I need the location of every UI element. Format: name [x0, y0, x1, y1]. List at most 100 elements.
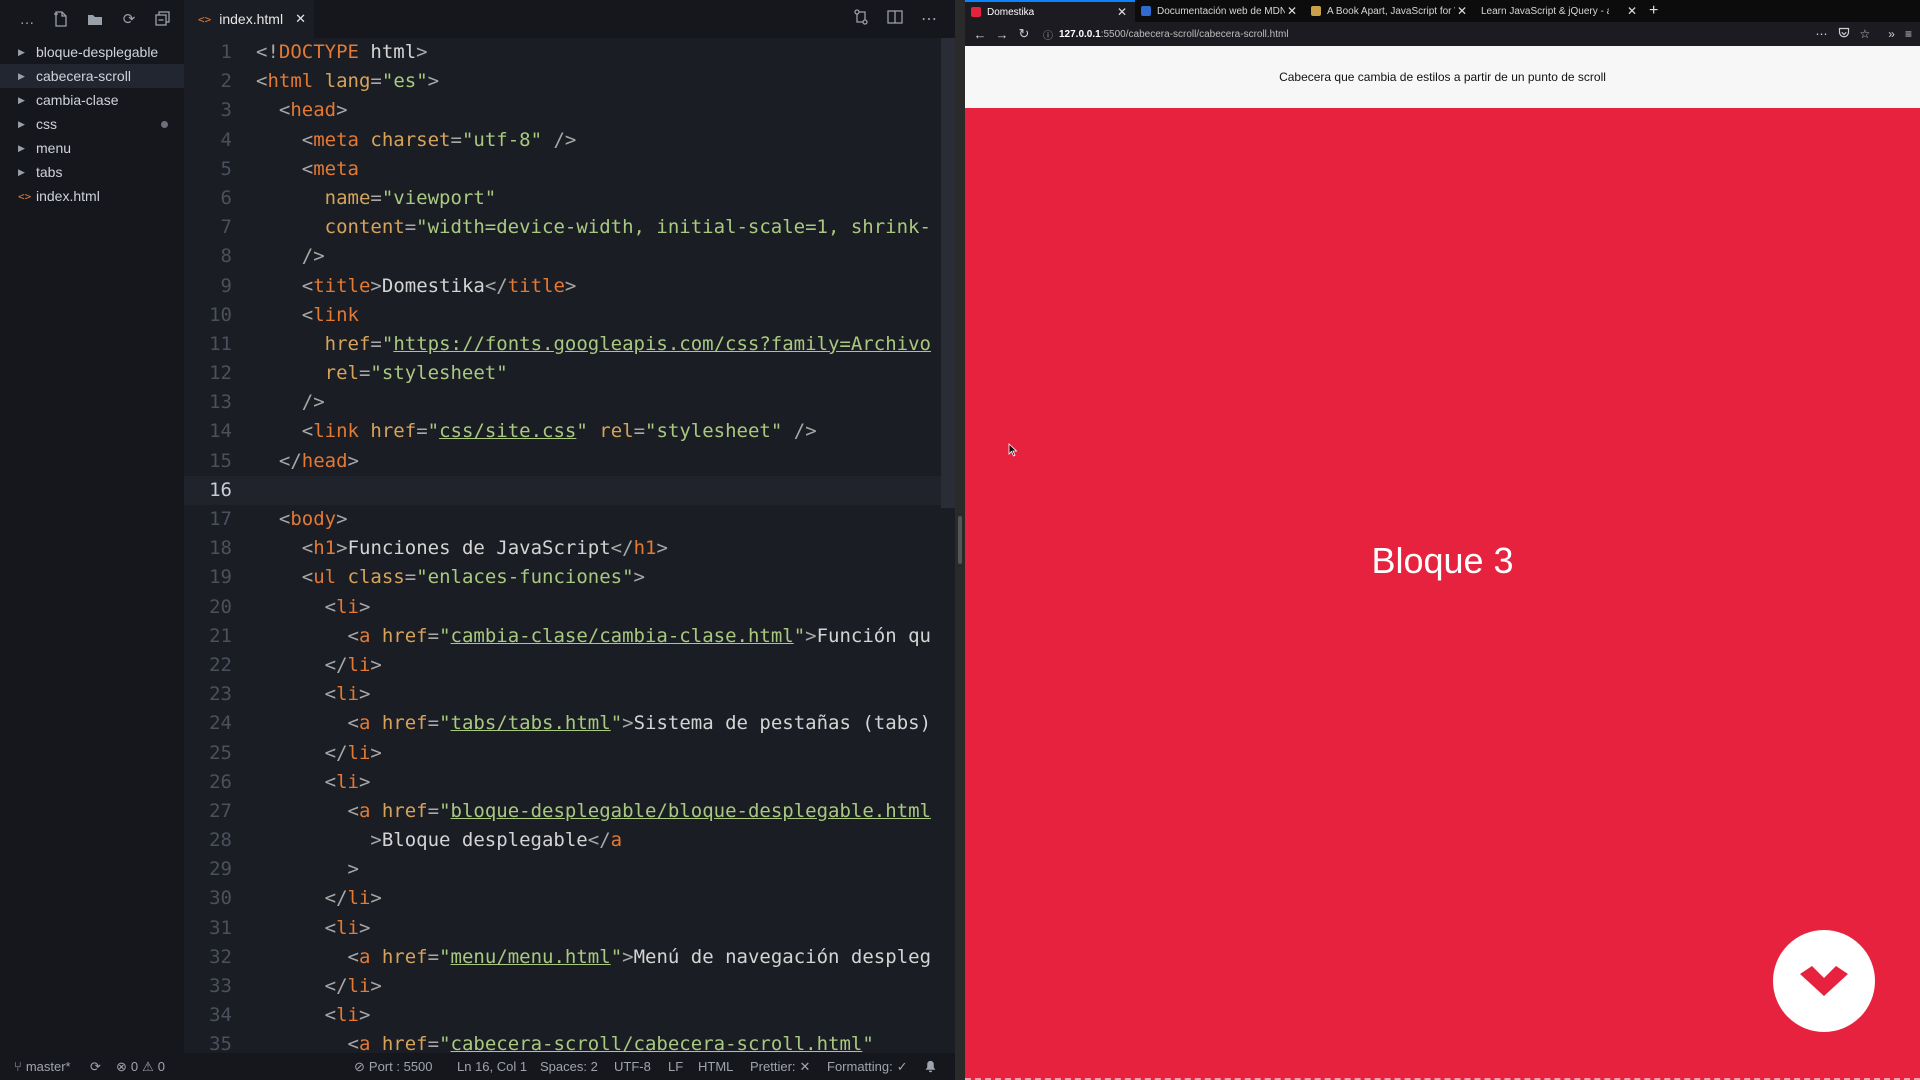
- browser-tab[interactable]: A Book Apart, JavaScript for W ✕: [1305, 0, 1475, 22]
- code-line[interactable]: 1 <!DOCTYPE html>: [184, 38, 955, 67]
- close-tab-icon[interactable]: ✕: [295, 11, 306, 27]
- bookmark-star-icon[interactable]: ☆: [1860, 27, 1871, 41]
- hamburger-menu-icon[interactable]: ≡: [1905, 27, 1912, 41]
- code-line[interactable]: 13 />: [184, 388, 955, 417]
- code-line[interactable]: 31 <li>: [184, 914, 955, 943]
- code-token: li: [347, 975, 371, 997]
- code-line[interactable]: 16: [184, 475, 955, 505]
- code-line[interactable]: 20 <li>: [184, 593, 955, 622]
- chevron-right-icon: ▶: [18, 94, 25, 105]
- code-line[interactable]: 25 </li>: [184, 739, 955, 768]
- code-line[interactable]: 30 </li>: [184, 884, 955, 913]
- indentation[interactable]: Spaces: 2: [540, 1059, 598, 1074]
- new-file-icon[interactable]: [52, 10, 70, 28]
- tree-item-css[interactable]: ▶ css: [0, 112, 184, 136]
- code-line[interactable]: 35 <a href="cabecera-scroll/cabecera-scr…: [184, 1030, 955, 1053]
- overflow-menu-icon[interactable]: »: [1888, 27, 1895, 41]
- end-of-line[interactable]: LF: [668, 1059, 683, 1074]
- refresh-icon[interactable]: ⟳: [120, 10, 138, 28]
- code-line[interactable]: 14 <link href="css/site.css" rel="styles…: [184, 417, 955, 446]
- language-mode[interactable]: HTML: [698, 1059, 733, 1074]
- browser-tab[interactable]: Documentación web de MDN ✕: [1135, 0, 1305, 22]
- split-divider[interactable]: [955, 0, 965, 1080]
- divider-grip[interactable]: [958, 516, 962, 564]
- code-token: tabs/tabs.html: [450, 712, 611, 735]
- code-line[interactable]: 23 <li>: [184, 680, 955, 709]
- code-line[interactable]: 26 <li>: [184, 768, 955, 797]
- info-icon[interactable]: ⓘ: [1043, 27, 1053, 42]
- code-area[interactable]: 1 <!DOCTYPE html> 2 <html lang="es"> 3 <head…: [184, 38, 955, 1053]
- more-icon[interactable]: …: [18, 10, 36, 28]
- close-tab-icon[interactable]: ✕: [1117, 5, 1127, 19]
- code-line[interactable]: 21 <a href="cambia-clase/cambia-clase.ht…: [184, 622, 955, 651]
- sync-icon[interactable]: ⟳: [90, 1059, 101, 1075]
- address-field[interactable]: ⓘ 127.0.0.1 :5500/cabecera-scroll/cabece…: [1043, 27, 1289, 42]
- code-line[interactable]: 22 </li>: [184, 651, 955, 680]
- tree-item-cabecera-scroll[interactable]: ▶ cabecera-scroll: [0, 64, 184, 88]
- encoding[interactable]: UTF-8: [614, 1059, 651, 1074]
- code-line[interactable]: 7 content="width=device-width, initial-s…: [184, 213, 955, 242]
- cursor-position[interactable]: Ln 16, Col 1: [457, 1059, 527, 1074]
- code-token: <: [301, 566, 314, 589]
- git-branch[interactable]: ⑂ master*: [14, 1059, 71, 1074]
- code-line[interactable]: 4 <meta charset="utf-8" />: [184, 126, 955, 155]
- new-folder-icon[interactable]: [86, 10, 104, 28]
- code-line[interactable]: 10 <link: [184, 301, 955, 330]
- code-line[interactable]: 18 <h1>Funciones de JavaScript</h1>: [184, 534, 955, 563]
- code-line[interactable]: 6 name="viewport": [184, 184, 955, 213]
- page-actions-icon[interactable]: ⋯: [1816, 27, 1828, 41]
- back-icon[interactable]: ←: [969, 27, 991, 42]
- code-line[interactable]: 34 <li>: [184, 1001, 955, 1030]
- code-line[interactable]: 12 rel="stylesheet": [184, 359, 955, 388]
- code-line[interactable]: 32 <a href="menu/menu.html">Menú de nave…: [184, 943, 955, 972]
- tree-item-index-html[interactable]: <> index.html: [0, 184, 184, 208]
- tree-item-cambia-clase[interactable]: ▶ cambia-clase: [0, 88, 184, 112]
- code-line[interactable]: 11 href="https://fonts.googleapis.com/cs…: [184, 330, 955, 359]
- line-source: name="viewport": [248, 184, 497, 213]
- browser-tab[interactable]: Domestika ✕: [965, 0, 1135, 22]
- compare-changes-icon[interactable]: [853, 8, 869, 30]
- more-actions-icon[interactable]: ⋯: [921, 9, 937, 29]
- code-line[interactable]: 19 <ul class="enlaces-funciones">: [184, 563, 955, 592]
- code-line[interactable]: 17 <body>: [184, 505, 955, 534]
- code-line[interactable]: 29 >: [184, 855, 955, 884]
- forward-icon[interactable]: →: [991, 27, 1013, 42]
- code-line[interactable]: 3 <head>: [184, 96, 955, 125]
- code-line[interactable]: 28 >Bloque desplegable</a: [184, 826, 955, 855]
- formatting-status[interactable]: Formatting: ✓: [827, 1059, 908, 1075]
- code-line[interactable]: 8 />: [184, 242, 955, 271]
- tab-index-html[interactable]: <> index.html ✕: [184, 0, 314, 38]
- domestika-logo-button[interactable]: [1773, 930, 1875, 1032]
- pocket-icon[interactable]: [1838, 27, 1850, 42]
- code-line[interactable]: 9 <title>Domestika</title>: [184, 272, 955, 301]
- new-tab-icon[interactable]: +: [1649, 0, 1658, 22]
- problems-indicator[interactable]: ⊗ 0 ⚠ 0: [116, 1059, 165, 1075]
- code-token: </: [324, 741, 348, 764]
- code-line[interactable]: 15 </head>: [184, 447, 955, 476]
- close-tab-icon[interactable]: ✕: [1457, 4, 1467, 18]
- code-line[interactable]: 33 </li>: [184, 972, 955, 1001]
- bell-icon[interactable]: [924, 1060, 937, 1073]
- code-line[interactable]: 2 <html lang="es">: [184, 67, 955, 96]
- code-token: <: [324, 770, 337, 793]
- tree-item-tabs[interactable]: ▶ tabs: [0, 160, 184, 184]
- code-token: link: [313, 420, 359, 443]
- code-line[interactable]: 5 <meta: [184, 155, 955, 184]
- code-line[interactable]: 24 <a href="tabs/tabs.html">Sistema de p…: [184, 709, 955, 738]
- live-server-port[interactable]: ⊘ Port : 5500: [354, 1059, 433, 1075]
- code-token: <: [324, 1004, 337, 1027]
- split-editor-icon[interactable]: [887, 9, 903, 30]
- close-tab-icon[interactable]: ✕: [1287, 4, 1297, 18]
- collapse-all-icon[interactable]: [154, 10, 172, 28]
- tree-item-bloque-desplegable[interactable]: ▶ bloque-desplegable: [0, 40, 184, 64]
- prettier-status[interactable]: Prettier: ✕: [750, 1059, 810, 1075]
- code-line[interactable]: 27 <a href="bloque-desplegable/bloque-de…: [184, 797, 955, 826]
- browser-tab[interactable]: Learn JavaScript & jQuery - a book ✕: [1475, 0, 1645, 22]
- code-scrollbar[interactable]: [941, 38, 955, 508]
- close-tab-icon[interactable]: ✕: [1627, 4, 1637, 18]
- tree-item-menu[interactable]: ▶ menu: [0, 136, 184, 160]
- reload-icon[interactable]: ↻: [1013, 26, 1035, 42]
